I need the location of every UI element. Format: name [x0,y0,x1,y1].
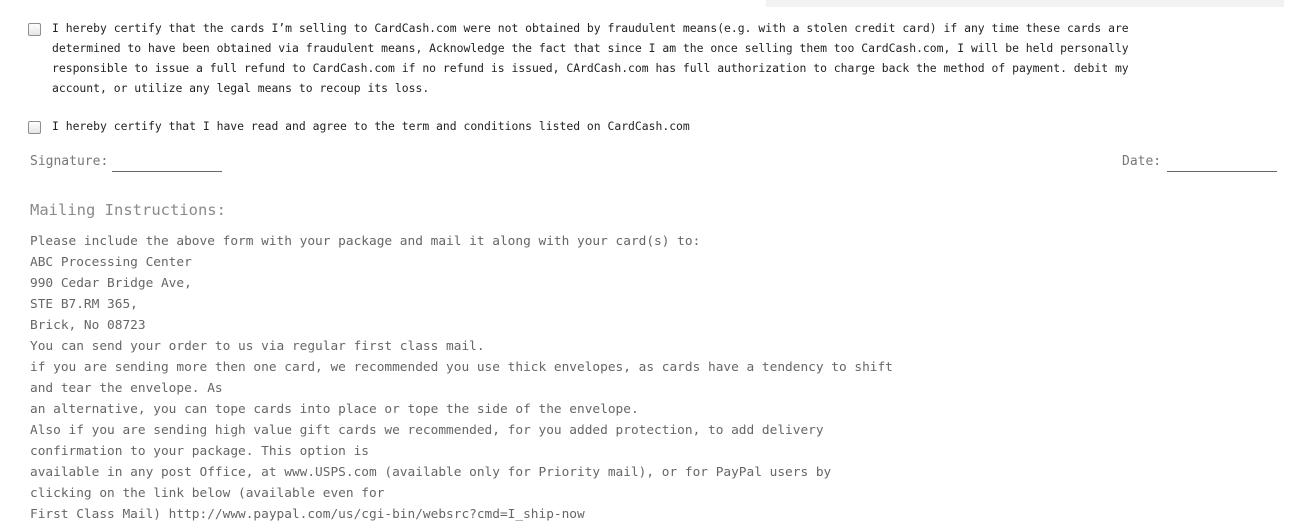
mailing-line-intro: Please include the above form with your … [30,234,701,249]
mailing-line-usps: available in any post Office, at www.USP… [30,465,832,480]
mailing-line-tear: and tear the envelope. As [30,381,223,396]
mailing-line-address-city: Brick, No 08723 [30,318,146,333]
mailing-line-alternative: an alternative, you can tope cards into … [30,402,639,417]
date-label: Date: [1122,154,1162,169]
signature-label: Signature: [30,154,109,169]
date-line [1167,171,1277,172]
top-strip [766,0,1284,7]
mailing-line-paypal-link[interactable]: First Class Mail) http://www.paypal.com/… [30,504,930,525]
mailing-line-link-intro: clicking on the link below (available ev… [30,486,385,501]
mailing-line-confirmation: confirmation to your package. This optio… [30,444,369,459]
certify-fraud-row[interactable]: I hereby certify that the cards I’m sell… [28,18,1188,98]
mailing-line-high-value: Also if you are sending high value gift … [30,423,824,438]
mailing-instructions-heading: Mailing Instructions: [30,201,226,219]
signature-line [112,171,222,172]
mailing-line-envelopes: if you are sending more then one card, w… [30,360,893,375]
mailing-line-address-name: ABC Processing Center [30,255,192,270]
mailing-line-address-street: 990 Cedar Bridge Ave, [30,276,192,291]
certify-terms-checkbox[interactable] [28,121,41,134]
certify-terms-text: I hereby certify that I have read and ag… [52,119,690,133]
mailing-instructions-body: Please include the above form with your … [30,231,930,525]
mailing-line-address-suite: STE B7.RM 365, [30,297,138,312]
certify-terms-row[interactable]: I hereby certify that I have read and ag… [28,116,1188,136]
mailing-line-first-class: You can send your order to us via regula… [30,339,485,354]
certify-fraud-text: I hereby certify that the cards I’m sell… [52,21,1129,95]
certify-fraud-checkbox[interactable] [28,23,41,36]
